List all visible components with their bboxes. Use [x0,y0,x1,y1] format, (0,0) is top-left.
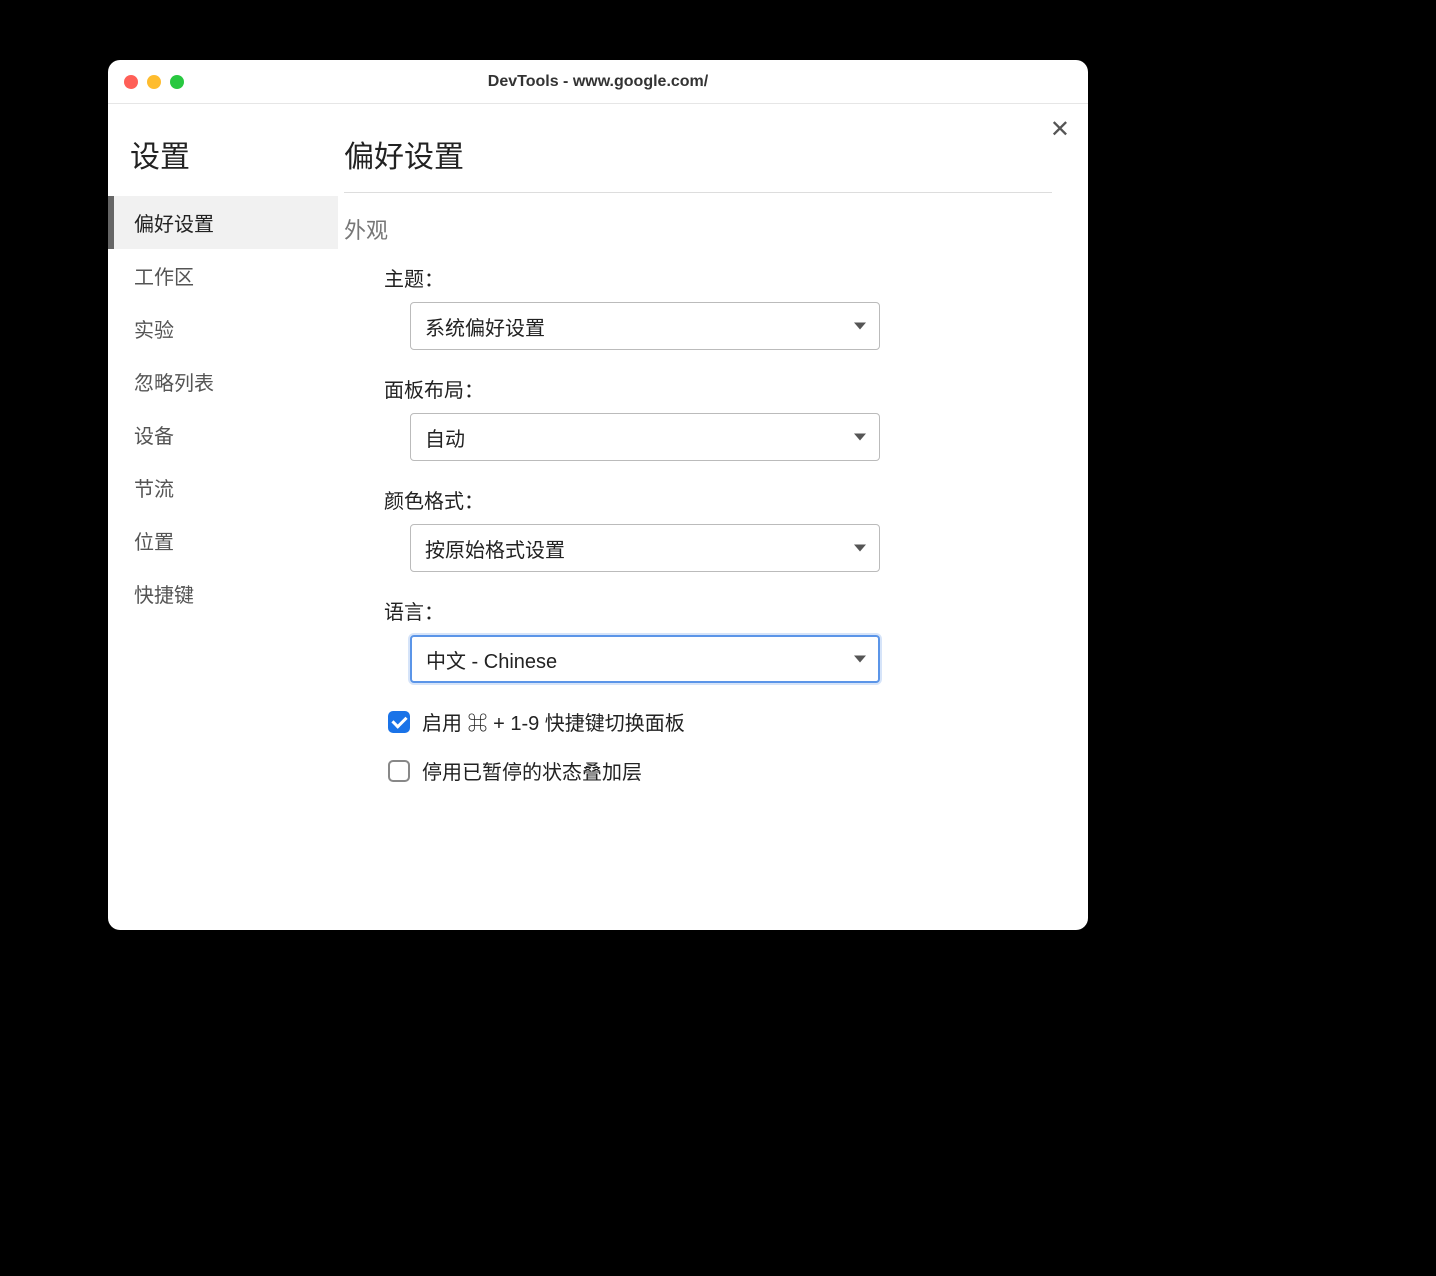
color-format-select-value: 按原始格式设置 [425,534,565,563]
traffic-lights [124,75,184,89]
devtools-settings-window: DevTools - www.google.com/ ✕ 设置 偏好设置 工作区… [108,60,1088,930]
page-title: 偏好设置 [344,132,1052,193]
shortcut-checkbox-row: 启用 ⌘ + 1-9 快捷键切换面板 [388,707,1052,736]
sidebar-item-preferences[interactable]: 偏好设置 [108,196,338,249]
enable-shortcut-label: 启用 ⌘ + 1-9 快捷键切换面板 [422,707,685,736]
overlay-checkbox-row: 停用已暂停的状态叠加层 [388,756,1052,785]
sidebar-item-shortcuts[interactable]: 快捷键 [108,567,338,620]
disable-overlay-checkbox[interactable] [388,760,410,782]
sidebar-item-locations[interactable]: 位置 [108,514,338,567]
language-group: 语言： 中文 - Chinese [384,596,1052,683]
chevron-down-icon [854,323,866,330]
sidebar-item-label: 工作区 [134,267,194,289]
sidebar-item-workspace[interactable]: 工作区 [108,249,338,302]
theme-select-value: 系统偏好设置 [425,312,545,341]
sidebar-item-label: 实验 [134,320,174,342]
language-label: 语言： [384,596,1052,625]
content: ✕ 设置 偏好设置 工作区 实验 忽略列表 设备 节流 位置 快捷键 偏好设置 … [108,104,1088,930]
chevron-down-icon [854,434,866,441]
panel-layout-group: 面板布局： 自动 [384,374,1052,461]
window-minimize-button[interactable] [147,75,161,89]
main-panel: 偏好设置 外观 主题： 系统偏好设置 面板布局： 自动 [338,104,1088,930]
sidebar-item-ignore-list[interactable]: 忽略列表 [108,355,338,408]
sidebar-item-devices[interactable]: 设备 [108,408,338,461]
window-close-button[interactable] [124,75,138,89]
enable-shortcut-checkbox[interactable] [388,711,410,733]
sidebar-item-label: 设备 [134,426,174,448]
color-format-label: 颜色格式： [384,485,1052,514]
sidebar-item-label: 忽略列表 [134,373,214,395]
sidebar-item-experiments[interactable]: 实验 [108,302,338,355]
close-icon[interactable]: ✕ [1050,118,1070,142]
theme-group: 主题： 系统偏好设置 [384,263,1052,350]
color-format-select[interactable]: 按原始格式设置 [410,524,880,572]
color-format-group: 颜色格式： 按原始格式设置 [384,485,1052,572]
titlebar: DevTools - www.google.com/ [108,60,1088,104]
window-title: DevTools - www.google.com/ [124,73,1072,91]
sidebar-item-label: 位置 [134,532,174,554]
language-select-value: 中文 - Chinese [426,645,557,674]
theme-label: 主题： [384,263,1052,292]
language-select[interactable]: 中文 - Chinese [410,635,880,683]
sidebar-item-throttling[interactable]: 节流 [108,461,338,514]
disable-overlay-label: 停用已暂停的状态叠加层 [422,756,642,785]
panel-layout-select-value: 自动 [425,423,465,452]
theme-select[interactable]: 系统偏好设置 [410,302,880,350]
sidebar-item-label: 节流 [134,479,174,501]
window-maximize-button[interactable] [170,75,184,89]
section-appearance: 外观 [344,213,1052,245]
chevron-down-icon [854,545,866,552]
sidebar-title: 设置 [108,132,338,196]
panel-layout-label: 面板布局： [384,374,1052,403]
panel-layout-select[interactable]: 自动 [410,413,880,461]
chevron-down-icon [854,656,866,663]
sidebar: 设置 偏好设置 工作区 实验 忽略列表 设备 节流 位置 快捷键 [108,104,338,930]
sidebar-item-label: 偏好设置 [134,214,214,236]
sidebar-item-label: 快捷键 [134,585,194,607]
